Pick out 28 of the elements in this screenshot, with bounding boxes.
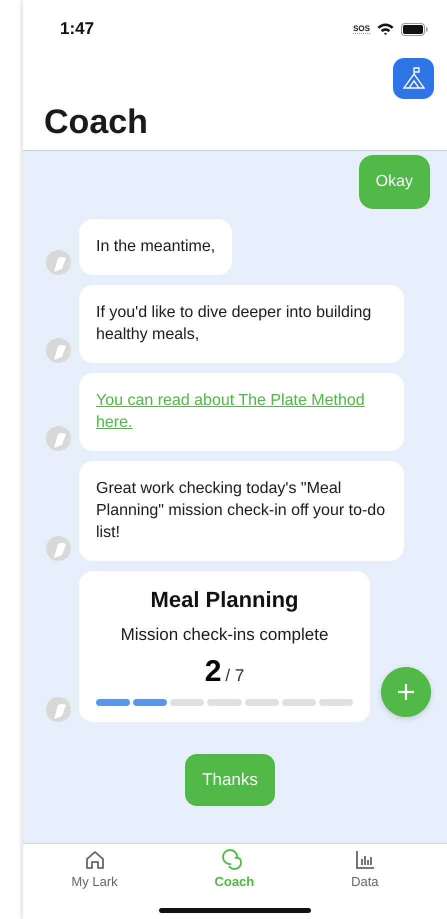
user-message: Okay (358, 155, 430, 209)
coach-message: In the meantime, (79, 219, 232, 275)
completed-count: 2 (204, 655, 222, 689)
bar-chart-icon (354, 849, 376, 871)
avatar-icon (46, 338, 71, 363)
tab-bar-item[interactable]: My Lark (63, 849, 126, 893)
home-icon (84, 849, 106, 871)
avatar-icon (46, 426, 71, 451)
page-title: Coach (44, 103, 149, 142)
coach-message: Great work checking today's "Meal Planning" mission check-in off your to-do list! (79, 461, 404, 561)
avatar-icon (46, 536, 71, 561)
wifi-icon (377, 23, 394, 35)
mountain-flag-icon (402, 66, 426, 90)
status-time: 1:47 (60, 19, 94, 39)
avatar-icon (46, 697, 71, 722)
total-count: / 7 (225, 666, 244, 686)
plate-method-link[interactable]: You can read about The Plate Method here. (96, 390, 387, 434)
sos-indicator: SOS (353, 24, 370, 34)
plus-icon (397, 683, 415, 701)
coach-message: If you'd like to dive deeper into building healthy meals, (79, 285, 404, 363)
quick-reply-button[interactable]: Thanks (185, 754, 275, 806)
battery-icon (401, 22, 428, 36)
mission-button[interactable] (393, 58, 434, 99)
avatar-icon (46, 250, 71, 275)
tab-bar-item[interactable]: Data (343, 849, 387, 893)
tab-bar-item[interactable]: Coach (206, 849, 262, 893)
card-subtitle: Mission check-ins complete (120, 625, 328, 645)
card-title: Meal Planning (150, 587, 298, 613)
